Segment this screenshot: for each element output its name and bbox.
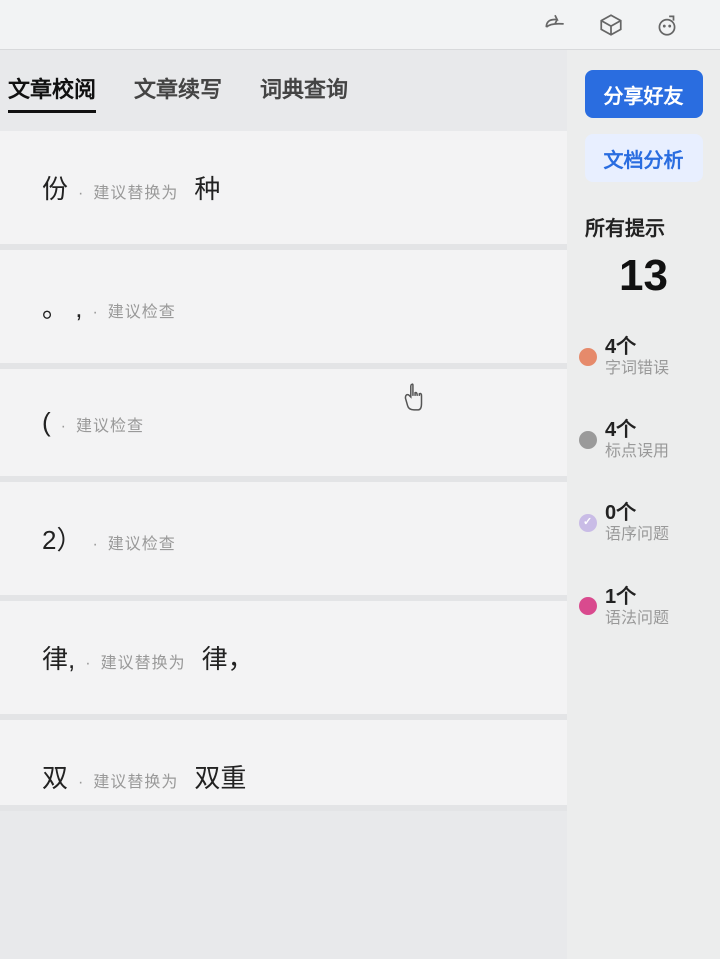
suggestion-list: 份 · 建议替换为 种 。 , · 建议检查 ( · 建议检查 2） · 建议检…	[0, 131, 567, 811]
category-count: 1个	[605, 585, 669, 609]
category-label: 字词错误	[605, 359, 669, 378]
hint-dot: ·	[78, 185, 83, 203]
category-label: 语法问题	[605, 609, 669, 628]
dot-icon	[579, 597, 597, 615]
dot-icon	[579, 431, 597, 449]
original-text: 2）	[42, 520, 82, 557]
suggestion-row[interactable]: 双 · 建议替换为 双重	[0, 720, 567, 811]
hint-dot: ·	[78, 774, 83, 792]
hint-dot: ·	[85, 655, 90, 673]
category-list: 4个 字词错误 4个 标点误用 0个 语序问题	[567, 335, 720, 628]
suggestion-row[interactable]: ( · 建议检查	[0, 369, 567, 482]
category-count: 0个	[605, 501, 669, 525]
tab-bar: 文章校阅 文章续写 词典查询	[0, 50, 567, 131]
suggestion-row[interactable]: 份 · 建议替换为 种	[0, 131, 567, 250]
original-text: 。 ,	[42, 288, 82, 325]
main-area: 文章校阅 文章续写 词典查询 份 · 建议替换为 种 。 , · 建议检查 ( …	[0, 50, 720, 959]
hint-text: 建议检查	[76, 412, 144, 436]
doc-analyze-button[interactable]: 文档分析	[585, 134, 703, 182]
all-hints-count: 13	[585, 251, 702, 301]
share-friends-button[interactable]: 分享好友	[585, 70, 703, 118]
original-text: 份	[42, 169, 68, 206]
category-grammar[interactable]: 1个 语法问题	[579, 585, 708, 628]
hint-dot: ·	[61, 418, 66, 436]
share-icon[interactable]	[542, 12, 568, 38]
left-panel: 文章校阅 文章续写 词典查询 份 · 建议替换为 种 。 , · 建议检查 ( …	[0, 50, 567, 959]
dot-icon	[579, 348, 597, 366]
category-label: 语序问题	[605, 525, 669, 544]
category-punctuation[interactable]: 4个 标点误用	[579, 418, 708, 461]
cube-icon[interactable]	[598, 12, 624, 38]
replacement-text: 律，	[202, 639, 254, 676]
top-toolbar	[0, 0, 720, 50]
hint-dot: ·	[92, 536, 97, 554]
replacement-text: 种	[194, 169, 220, 206]
suggestion-row[interactable]: 2） · 建议检查	[0, 482, 567, 601]
all-hints-block: 所有提示 13	[567, 198, 720, 319]
category-word-order[interactable]: 0个 语序问题	[579, 501, 708, 544]
original-text: (	[42, 407, 51, 438]
check-dot-icon	[579, 514, 597, 532]
hint-text: 建议替换为	[101, 649, 186, 673]
tab-continue-writing[interactable]: 文章续写	[134, 72, 222, 110]
hint-text: 建议检查	[108, 530, 176, 554]
category-count: 4个	[605, 418, 669, 442]
right-sidebar: 分享好友 文档分析 所有提示 13 4个 字词错误 4个 标点误用	[567, 50, 720, 959]
hint-text: 建议检查	[108, 298, 176, 322]
all-hints-title: 所有提示	[585, 212, 702, 241]
replacement-text: 双重	[194, 758, 246, 795]
hint-dot: ·	[92, 304, 97, 322]
hint-text: 建议替换为	[93, 179, 178, 203]
category-count: 4个	[605, 335, 669, 359]
face-icon[interactable]	[654, 12, 680, 38]
suggestion-row[interactable]: 。 , · 建议检查	[0, 250, 567, 369]
original-text: 双	[42, 758, 68, 795]
tab-proofread[interactable]: 文章校阅	[8, 72, 96, 113]
category-word-error[interactable]: 4个 字词错误	[579, 335, 708, 378]
suggestion-row[interactable]: 律, · 建议替换为 律，	[0, 601, 567, 720]
original-text: 律,	[42, 639, 75, 676]
category-label: 标点误用	[605, 442, 669, 461]
hint-text: 建议替换为	[93, 768, 178, 792]
tab-dictionary[interactable]: 词典查询	[260, 72, 348, 110]
